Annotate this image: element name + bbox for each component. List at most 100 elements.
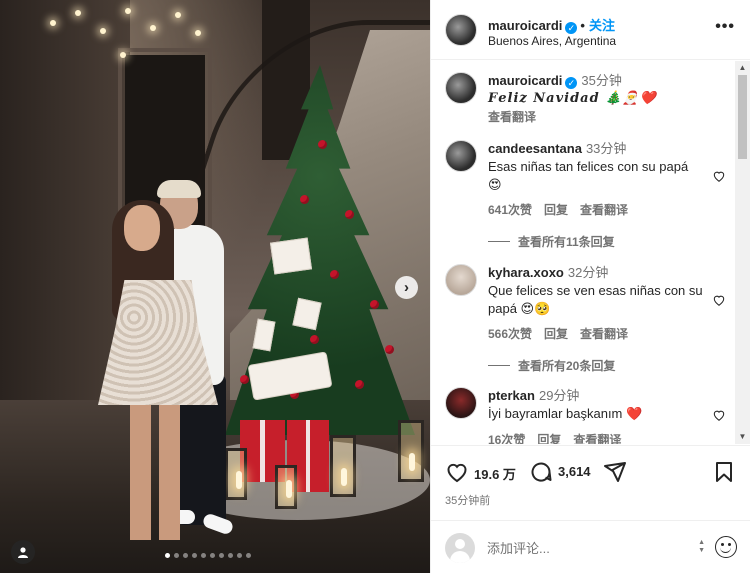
caption: mauroicardi ✓ 35分钟 𝑭𝒆𝒍𝒊𝒛 𝑵𝒂𝒗𝒊𝒅𝒂𝒅 🎄🎅❤️ 查看翻译 bbox=[431, 72, 736, 132]
comment-time: 33分钟 bbox=[585, 141, 627, 156]
comments-list: mauroicardi ✓ 35分钟 𝑭𝒆𝒍𝒊𝒛 𝑵𝒂𝒗𝒊𝒅𝒂𝒅 🎄🎅❤️ 查看翻译… bbox=[431, 61, 736, 444]
carousel-dot bbox=[165, 553, 170, 558]
comment-likes[interactable]: 566次赞 bbox=[488, 325, 532, 342]
current-user-avatar bbox=[445, 533, 475, 563]
separator-dot: • bbox=[580, 18, 585, 33]
input-resize-arrows-icon[interactable]: ▲ ▼ bbox=[698, 539, 705, 555]
tagged-users-button[interactable] bbox=[11, 540, 35, 564]
user-icon bbox=[18, 547, 28, 558]
lantern bbox=[225, 448, 247, 500]
author-avatar[interactable] bbox=[445, 14, 477, 46]
reply-button[interactable]: 回复 bbox=[544, 325, 568, 342]
post-actions: 19.6 万 3,614 35分钟前 bbox=[431, 445, 750, 515]
likes-count[interactable]: 19.6 万 bbox=[474, 464, 516, 483]
next-photo-button[interactable]: › bbox=[395, 276, 418, 299]
caption-time: 35分钟 bbox=[581, 73, 622, 88]
comment-meta: 566次赞 回复 查看翻译 bbox=[488, 325, 628, 342]
carousel-dot bbox=[219, 553, 224, 558]
share-icon[interactable] bbox=[603, 460, 627, 484]
comment-meta: 16次赞 回复 查看翻译 bbox=[488, 431, 621, 444]
comment-likes[interactable]: 16次赞 bbox=[488, 431, 525, 444]
view-replies-label: 查看所有11条回复 bbox=[518, 235, 615, 249]
post-header: mauroicardi ✓ • 关注 Buenos Aires, Argentina … bbox=[431, 0, 750, 60]
view-replies-button[interactable]: 查看所有11条回复 bbox=[488, 233, 615, 250]
caption-username[interactable]: mauroicardi bbox=[488, 73, 562, 88]
carousel-dot bbox=[201, 553, 206, 558]
heart-icon[interactable] bbox=[445, 460, 469, 484]
bookmark-icon[interactable] bbox=[712, 460, 736, 484]
carousel-dot bbox=[174, 553, 179, 558]
caption-text: 𝑭𝒆𝒍𝒊𝒛 𝑵𝒂𝒗𝒊𝒅𝒂𝒅 🎄🎅❤️ bbox=[488, 91, 657, 106]
comment-time: 32分钟 bbox=[567, 265, 609, 280]
carousel-dots bbox=[165, 553, 251, 558]
comment-text: İyi bayramlar başkanım ❤️ bbox=[488, 406, 643, 421]
see-translation-link[interactable]: 查看翻译 bbox=[580, 201, 628, 218]
reply-button[interactable]: 回复 bbox=[537, 431, 561, 444]
posted-time[interactable]: 35分钟前 bbox=[445, 492, 490, 508]
post-sidebar: mauroicardi ✓ • 关注 Buenos Aires, Argentina … bbox=[430, 0, 750, 573]
emoji-picker-icon[interactable] bbox=[715, 536, 737, 558]
comments-scrollbar[interactable]: ▲ ▼ bbox=[735, 61, 750, 444]
comment-item: candeesantana 33分钟 Esas niñas tan felices… bbox=[431, 140, 736, 250]
woman-legs bbox=[130, 400, 180, 540]
comment-icon[interactable] bbox=[529, 460, 553, 484]
photo-chandelier bbox=[40, 0, 215, 70]
view-replies-button[interactable]: 查看所有20条回复 bbox=[488, 357, 615, 374]
more-options-icon[interactable]: ••• bbox=[715, 18, 735, 36]
post-location[interactable]: Buenos Aires, Argentina bbox=[488, 34, 616, 48]
caption-body: mauroicardi ✓ 35分钟 𝑭𝒆𝒍𝒊𝒛 𝑵𝒂𝒗𝒊𝒅𝒂𝒅 🎄🎅❤️ bbox=[488, 72, 703, 108]
caption-meta: 查看翻译 bbox=[488, 108, 536, 125]
author-username[interactable]: mauroicardi bbox=[488, 18, 562, 33]
see-translation-link[interactable]: 查看翻译 bbox=[573, 431, 621, 444]
post-view: › mauroicardi ✓ • 关注 Buenos Aires, Argentin… bbox=[0, 0, 750, 573]
comment-input[interactable] bbox=[487, 537, 667, 559]
like-comment-heart-icon[interactable] bbox=[712, 169, 726, 183]
carousel-dot bbox=[246, 553, 251, 558]
comment-username[interactable]: kyhara.xoxo bbox=[488, 265, 564, 280]
commenter-avatar[interactable] bbox=[445, 387, 477, 419]
comments-count[interactable]: 3,614 bbox=[558, 464, 591, 479]
scrollbar-thumb[interactable] bbox=[738, 75, 747, 159]
verified-badge-icon: ✓ bbox=[565, 77, 578, 89]
comment-body: pterkan 29分钟 İyi bayramlar başkanım ❤️ bbox=[488, 387, 703, 423]
scroll-down-arrow-icon[interactable]: ▼ bbox=[738, 432, 747, 442]
lantern bbox=[398, 420, 424, 482]
reply-button[interactable]: 回复 bbox=[544, 201, 568, 218]
author-line: mauroicardi ✓ • 关注 bbox=[488, 15, 615, 34]
woman-head bbox=[124, 205, 160, 251]
verified-badge-icon: ✓ bbox=[565, 22, 578, 34]
commenter-avatar[interactable] bbox=[445, 140, 477, 172]
comment-text: Que felices se ven esas niñas con su pap… bbox=[488, 283, 703, 316]
view-replies-label: 查看所有20条回复 bbox=[518, 359, 616, 373]
see-translation-link[interactable]: 查看翻译 bbox=[580, 325, 628, 342]
like-comment-heart-icon[interactable] bbox=[712, 293, 726, 307]
scroll-up-arrow-icon[interactable]: ▲ bbox=[738, 63, 747, 73]
commenter-avatar[interactable] bbox=[445, 264, 477, 296]
carousel-dot bbox=[228, 553, 233, 558]
add-comment-bar: ▲▼ bbox=[431, 520, 750, 573]
carousel-dot bbox=[192, 553, 197, 558]
like-comment-heart-icon[interactable] bbox=[712, 408, 726, 422]
comment-username[interactable]: pterkan bbox=[488, 388, 535, 403]
post-photo[interactable]: › bbox=[0, 0, 430, 573]
replies-line bbox=[488, 241, 510, 242]
comment-item: pterkan 29分钟 İyi bayramlar başkanım ❤️ 16… bbox=[431, 387, 736, 444]
comment-body: kyhara.xoxo 32分钟 Que felices se ven esas … bbox=[488, 264, 703, 318]
comment-time: 29分钟 bbox=[538, 388, 580, 403]
comment-item: kyhara.xoxo 32分钟 Que felices se ven esas … bbox=[431, 264, 736, 374]
carousel-dot bbox=[183, 553, 188, 558]
caption-avatar[interactable] bbox=[445, 72, 477, 104]
comment-text: Esas niñas tan felices con su papá 😍 bbox=[488, 159, 689, 192]
follow-button[interactable]: 关注 bbox=[589, 18, 615, 33]
replies-line bbox=[488, 365, 510, 366]
comment-likes[interactable]: 641次赞 bbox=[488, 201, 532, 218]
comment-username[interactable]: candeesantana bbox=[488, 141, 582, 156]
lantern bbox=[330, 435, 356, 497]
tree-card bbox=[269, 237, 313, 275]
man-hair bbox=[157, 180, 201, 198]
see-translation-link[interactable]: 查看翻译 bbox=[488, 108, 536, 125]
lantern bbox=[275, 465, 297, 509]
carousel-dot bbox=[237, 553, 242, 558]
comment-body: candeesantana 33分钟 Esas niñas tan felices… bbox=[488, 140, 703, 194]
carousel-dot bbox=[210, 553, 215, 558]
